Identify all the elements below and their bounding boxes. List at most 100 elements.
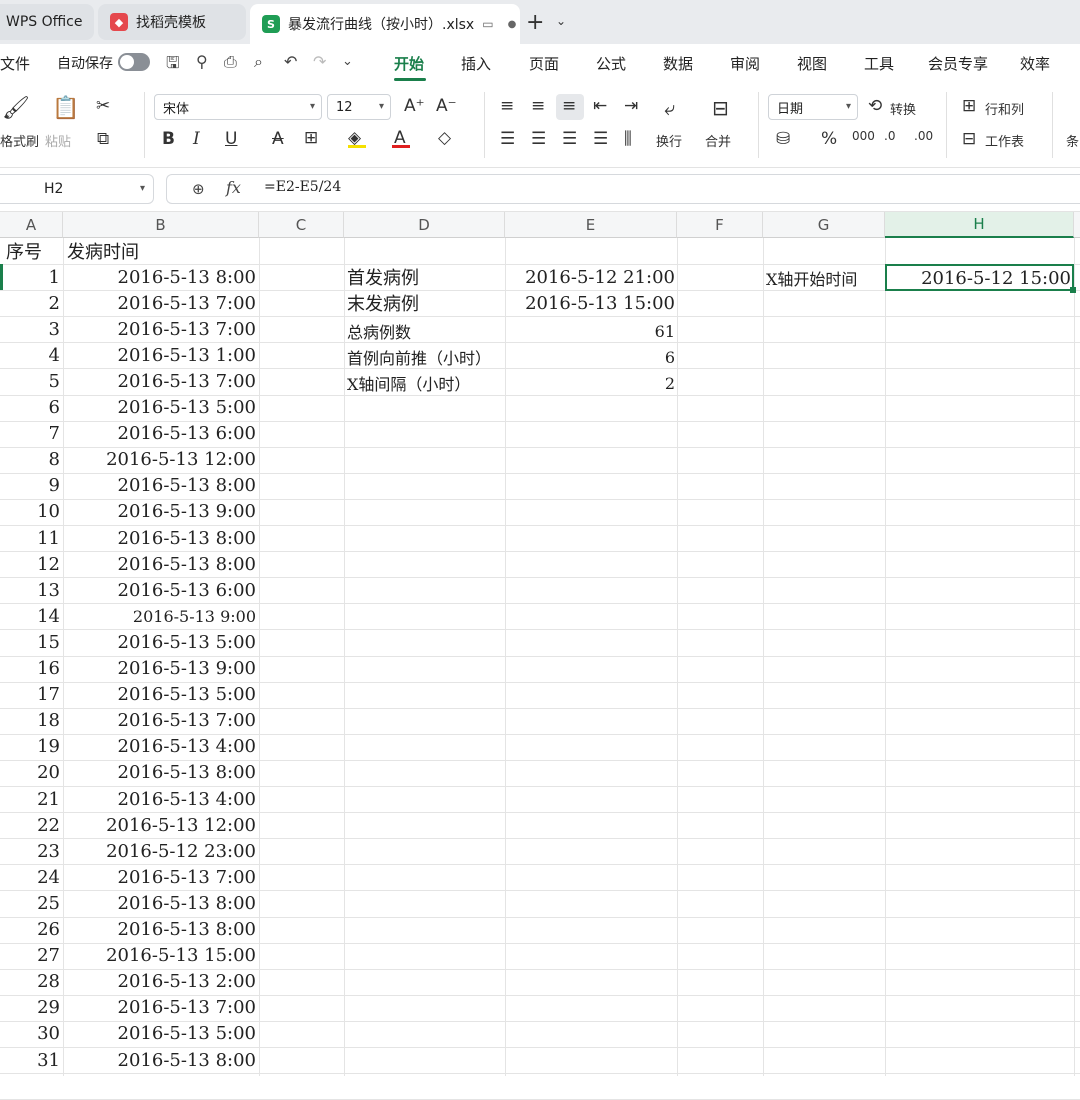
menu-efficiency[interactable]: 效率 <box>1020 53 1050 74</box>
conditional-label[interactable]: 条 <box>1066 131 1079 150</box>
row-onset-cell[interactable]: 2016-5-13 15:00 <box>63 943 256 969</box>
align-middle-icon[interactable]: ≡ <box>531 96 545 116</box>
worksheet-icon[interactable]: ⊟ <box>962 129 976 149</box>
percent-icon[interactable]: % <box>821 129 837 149</box>
row-onset-cell[interactable]: 2016-5-13 7:00 <box>63 864 256 890</box>
menu-file[interactable]: 文件 <box>0 53 30 74</box>
row-onset-cell[interactable]: 2016-5-13 7:00 <box>63 368 256 394</box>
row-onset-cell[interactable]: 2016-5-13 7:00 <box>63 708 256 734</box>
menu-page[interactable]: 页面 <box>529 53 559 74</box>
col-header-b[interactable]: B <box>63 212 259 238</box>
menu-insert[interactable]: 插入 <box>461 53 491 74</box>
row-seq-cell[interactable]: 6 <box>0 395 60 421</box>
header-seq[interactable]: 序号 <box>6 238 42 264</box>
row-seq-cell[interactable]: 22 <box>0 812 60 838</box>
menu-member[interactable]: 会员专享 <box>928 53 988 74</box>
row-seq-cell[interactable]: 31 <box>0 1047 60 1073</box>
currency-icon[interactable]: ⛁ <box>776 129 790 149</box>
new-tab-icon[interactable]: + <box>526 10 544 35</box>
menu-tools[interactable]: 工具 <box>864 53 894 74</box>
menu-data[interactable]: 数据 <box>663 53 693 74</box>
summary-value[interactable]: 61 <box>505 318 675 344</box>
row-onset-cell[interactable]: 2016-5-13 7:00 <box>63 995 256 1021</box>
row-onset-cell[interactable]: 2016-5-13 9:00 <box>63 603 256 629</box>
row-onset-cell[interactable]: 2016-5-13 5:00 <box>63 395 256 421</box>
summary-label[interactable]: X轴间隔（小时） <box>347 370 470 396</box>
strikethrough-icon[interactable]: A <box>272 129 284 149</box>
rows-cols-label[interactable]: 行和列 <box>985 99 1024 118</box>
summary-value[interactable]: 2016-5-13 15:00 <box>505 290 675 316</box>
col-header-g[interactable]: G <box>763 212 885 238</box>
row-seq-cell[interactable]: 10 <box>0 499 60 525</box>
row-onset-cell[interactable]: 2016-5-13 2:00 <box>63 969 256 995</box>
convert-label[interactable]: 转换 <box>890 99 916 118</box>
row-seq-cell[interactable]: 15 <box>0 629 60 655</box>
wrap-text-icon[interactable]: ⤶ <box>664 96 675 120</box>
row-onset-cell[interactable]: 2016-5-13 5:00 <box>63 1021 256 1047</box>
row-onset-cell[interactable]: 2016-5-13 8:00 <box>63 525 256 551</box>
summary-value[interactable]: 2016-5-12 21:00 <box>505 264 675 290</box>
row-onset-cell[interactable]: 2016-5-13 4:00 <box>63 786 256 812</box>
row-onset-cell[interactable]: 2016-5-13 8:00 <box>63 1047 256 1073</box>
monitor-icon[interactable]: ▭ <box>482 17 493 31</box>
align-right-icon[interactable]: ☰ <box>562 129 577 149</box>
more-chevron-icon[interactable]: ⌄ <box>342 54 353 69</box>
row-seq-cell[interactable]: 7 <box>0 421 60 447</box>
tab-workbook[interactable]: S 暴发流行曲线（按小时）.xlsx ▭ ● <box>250 4 520 44</box>
decrease-decimal-icon[interactable]: .00 <box>914 129 933 143</box>
print-icon[interactable]: ⎙ <box>224 52 237 72</box>
worksheet-label[interactable]: 工作表 <box>985 131 1024 150</box>
increase-font-icon[interactable]: A⁺ <box>404 96 425 116</box>
row-seq-cell[interactable]: 18 <box>0 708 60 734</box>
menu-review[interactable]: 审阅 <box>730 53 760 74</box>
align-bottom-icon[interactable]: ≡ <box>562 96 576 116</box>
row-onset-cell[interactable]: 2016-5-12 23:00 <box>63 838 256 864</box>
row-seq-cell[interactable]: 24 <box>0 864 60 890</box>
summary-value[interactable]: 2 <box>505 370 675 396</box>
row-onset-cell[interactable]: 2016-5-13 8:00 <box>63 264 256 290</box>
summary-label[interactable]: 首发病例 <box>347 264 419 290</box>
col-header-e[interactable]: E <box>505 212 677 238</box>
number-format-select[interactable]: 日期 ▾ <box>768 94 858 120</box>
row-onset-cell[interactable]: 2016-5-13 1:00 <box>63 342 256 368</box>
col-header-h[interactable]: H <box>885 212 1074 238</box>
row-onset-cell[interactable]: 2016-5-13 12:00 <box>63 447 256 473</box>
row-seq-cell[interactable]: 23 <box>0 838 60 864</box>
underline-icon[interactable]: U <box>225 129 237 149</box>
row-seq-cell[interactable]: 21 <box>0 786 60 812</box>
font-name-select[interactable]: 宋体 ▾ <box>154 94 322 120</box>
merge-cells-label[interactable]: 合并 <box>705 131 731 150</box>
row-seq-cell[interactable]: 27 <box>0 943 60 969</box>
row-seq-cell[interactable]: 13 <box>0 577 60 603</box>
clear-format-icon[interactable]: ◇ <box>438 128 451 148</box>
row-seq-cell[interactable]: 12 <box>0 551 60 577</box>
row-seq-cell[interactable]: 26 <box>0 917 60 943</box>
row-seq-cell[interactable]: 4 <box>0 342 60 368</box>
row-onset-cell[interactable]: 2016-5-13 7:00 <box>63 316 256 342</box>
distribute-icon[interactable]: ⫼ <box>624 129 632 149</box>
bold-icon[interactable]: B <box>162 129 175 149</box>
row-onset-cell[interactable]: 2016-5-13 8:00 <box>63 760 256 786</box>
col-header-d[interactable]: D <box>344 212 505 238</box>
increase-decimal-icon[interactable]: .0 <box>884 129 895 143</box>
row-onset-cell[interactable]: 2016-5-13 9:00 <box>63 499 256 525</box>
format-painter-icon[interactable]: 🖌 <box>2 96 30 121</box>
zoom-icon[interactable]: ⊕ <box>192 180 205 198</box>
summary-value[interactable]: 6 <box>505 344 675 370</box>
merge-cells-icon[interactable]: ⊟ <box>712 96 729 120</box>
row-seq-cell[interactable]: 5 <box>0 368 60 394</box>
decrease-indent-icon[interactable]: ⇤ <box>593 96 607 116</box>
formula-text[interactable]: =E2-E5/24 <box>264 179 341 195</box>
save-icon[interactable]: 🖫 <box>166 52 180 79</box>
justify-icon[interactable]: ☰ <box>593 129 608 149</box>
row-seq-cell[interactable]: 9 <box>0 473 60 499</box>
print-preview-icon[interactable]: ⌕ <box>254 52 263 72</box>
row-onset-cell[interactable]: 2016-5-13 5:00 <box>63 629 256 655</box>
name-box[interactable]: H2 ▾ <box>0 174 154 204</box>
xaxis-start-label[interactable]: X轴开始时间 <box>766 264 857 292</box>
align-left-icon[interactable]: ☰ <box>500 129 515 149</box>
col-header-c[interactable]: C <box>259 212 344 238</box>
row-onset-cell[interactable]: 2016-5-13 8:00 <box>63 890 256 916</box>
row-seq-cell[interactable]: 3 <box>0 316 60 342</box>
col-header-i[interactable] <box>1074 212 1080 238</box>
